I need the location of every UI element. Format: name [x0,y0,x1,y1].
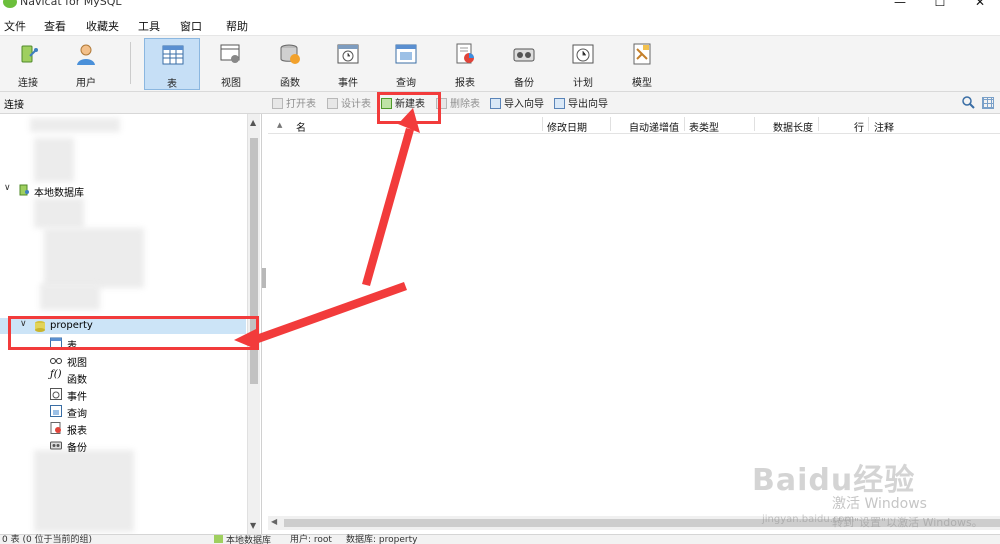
status-connection: 本地数据库 [214,535,271,544]
status-database: 数据库: property [346,535,418,544]
activate-windows-text: 激活 Windows [832,496,927,512]
activate-windows-hint: 转到"设置"以激活 Windows。 [832,516,983,529]
arrow-to-new-table [362,128,414,286]
arrow-to-property [250,282,407,345]
status-table-count: 0 表 (0 位于当前的组) [2,535,93,544]
status-user: 用户: root [290,535,332,544]
status-bar: 0 表 (0 位于当前的组) 本地数据库 用户: root 数据库: prope… [0,534,1000,544]
connection-status-icon [214,535,223,543]
arrow-head-property [234,328,258,350]
navicat-window: Navicat for MySQL — ☐ ✕ 文件 查看 收藏夹 工具 窗口 … [0,0,1000,544]
